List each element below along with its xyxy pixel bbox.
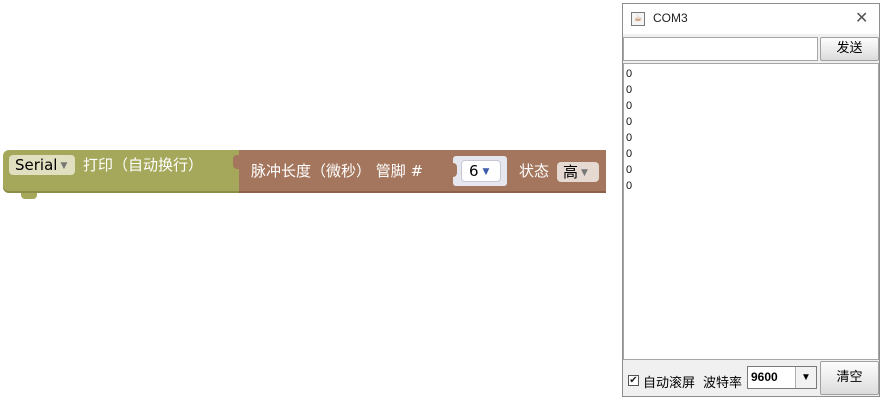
java-cup-icon: ☕ [631, 12, 645, 26]
output-line: 0 [626, 180, 633, 192]
output-line: 0 [626, 132, 633, 144]
baud-rate-label: 波特率 [703, 376, 743, 391]
chevron-down-icon: ▼ [60, 160, 68, 171]
block-next-connector [21, 193, 37, 199]
serial-print-label: 打印（自动换行） [83, 156, 204, 174]
chevron-down-icon: ▼ [482, 166, 490, 177]
window-title: COM3 [653, 11, 688, 25]
send-input[interactable] [623, 37, 818, 61]
send-button[interactable]: 发送 [820, 37, 879, 61]
pin-input-socket: 6 ▼ [449, 156, 507, 186]
output-line: 0 [626, 100, 633, 112]
pulse-in-block[interactable]: 脉冲长度（微秒） 管脚 # 6 ▼ 状态 高 ▼ [233, 150, 606, 193]
serial-port-dropdown[interactable]: Serial ▼ [9, 155, 75, 175]
state-label: 状态 [519, 162, 550, 180]
chevron-down-icon[interactable]: ▼ [795, 367, 816, 388]
output-line: 0 [626, 68, 633, 80]
state-dropdown[interactable]: 高 ▼ [557, 162, 599, 182]
pin-dropdown[interactable]: 6 ▼ [461, 160, 501, 182]
baud-rate-value: 9600 [751, 370, 778, 384]
output-line: 0 [626, 164, 633, 176]
output-line: 0 [626, 84, 633, 96]
baud-rate-select[interactable]: 9600 ▼ [747, 366, 817, 389]
window-titlebar[interactable]: ☕ COM3 ✕ [623, 4, 879, 34]
output-line: 0 [626, 148, 633, 160]
chevron-down-icon: ▼ [581, 167, 588, 178]
pin-socket-plug [449, 163, 457, 177]
serial-println-block[interactable]: Serial ▼ 打印（自动换行） [3, 150, 243, 199]
bottom-toolbar: ✔ 自动滚屏 波特率 9600 ▼ 清空 [623, 360, 879, 396]
state-value: 高 [563, 163, 579, 181]
clear-button[interactable]: 清空 [820, 361, 879, 395]
close-icon[interactable]: ✕ [855, 9, 868, 27]
autoscroll-label: 自动滚屏 [643, 376, 696, 391]
block-output-tab [233, 155, 241, 169]
autoscroll-checkbox[interactable]: ✔ [628, 375, 639, 386]
serial-output-area[interactable]: 0 0 0 0 0 0 0 0 [623, 63, 879, 360]
output-line: 0 [626, 116, 633, 128]
pulse-length-label: 脉冲长度（微秒） 管脚 # [251, 162, 424, 180]
serial-monitor-window: ☕ COM3 ✕ 发送 0 0 0 0 0 0 0 0 ✔ 自动滚屏 波特率 9600 ▼ 清… [622, 3, 880, 397]
pin-value: 6 [469, 162, 479, 180]
serial-port-value: Serial [15, 156, 58, 174]
